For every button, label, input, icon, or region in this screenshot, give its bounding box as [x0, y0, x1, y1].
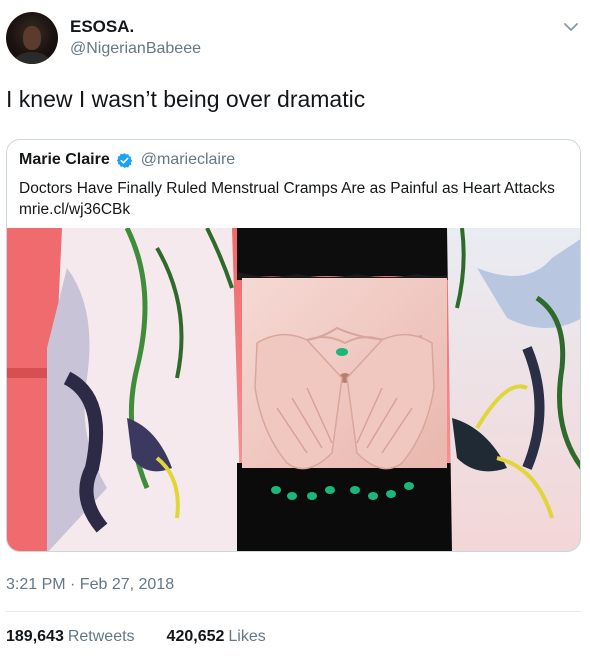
- retweets-stat[interactable]: 189,643 Retweets: [6, 628, 135, 646]
- tweet-timestamp[interactable]: 3:21 PM · Feb 27, 2018: [6, 576, 174, 594]
- avatar-face: [23, 26, 41, 50]
- likes-label: Likes: [228, 628, 266, 645]
- quoted-author-handle: @marieclaire: [140, 151, 236, 168]
- quoted-tweet-text: Doctors Have Finally Ruled Menstrual Cra…: [19, 180, 555, 218]
- retweets-count: 189,643: [6, 628, 64, 645]
- tweet-text: I knew I wasn’t being over dramatic: [6, 86, 366, 112]
- quoted-tweet-header: Marie Claire @marieclaire: [19, 151, 235, 169]
- likes-stat[interactable]: 420,652 Likes: [167, 628, 266, 646]
- midriff-photo: [7, 228, 580, 551]
- author-handle[interactable]: @NigerianBabeee: [70, 40, 201, 58]
- author-name[interactable]: ESOSA.: [70, 17, 134, 37]
- quoted-tweet-card[interactable]: Marie Claire @marieclaire Doctors Have F…: [6, 139, 581, 552]
- quoted-author-name: Marie Claire: [19, 151, 110, 168]
- chevron-down-icon[interactable]: [562, 18, 580, 36]
- tweet-header: ESOSA. @NigerianBabeee: [0, 0, 590, 80]
- avatar-shoulder: [14, 52, 50, 64]
- likes-count: 420,652: [166, 628, 225, 645]
- divider: [6, 611, 581, 612]
- engagement-stats: 189,643 Retweets 420,652 Likes: [6, 628, 266, 646]
- quoted-tweet-image[interactable]: [7, 228, 580, 551]
- retweets-label: Retweets: [67, 628, 135, 645]
- verified-badge-icon: [116, 152, 133, 168]
- avatar[interactable]: [6, 12, 58, 64]
